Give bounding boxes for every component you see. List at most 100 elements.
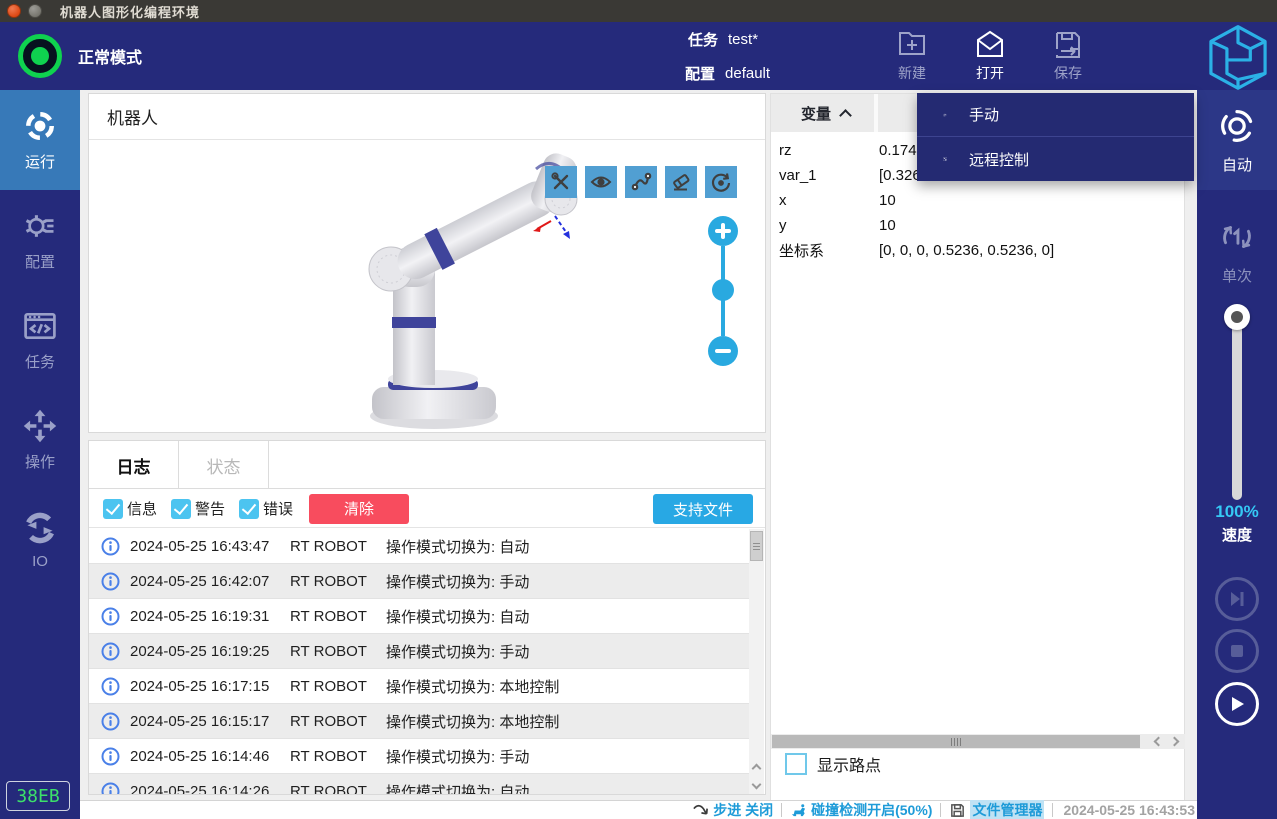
- log-source: RT ROBOT: [290, 748, 382, 765]
- variable-value: 10: [879, 217, 896, 234]
- show-waypoints-row: 显示路点: [785, 752, 881, 776]
- minimize-icon[interactable]: [28, 4, 42, 18]
- variable-row[interactable]: y10: [771, 213, 1184, 238]
- variables-title: 变量: [801, 103, 831, 124]
- variable-value: [0, 0, 0, 0.5236, 0.5236, 0]: [879, 242, 1054, 259]
- log-row[interactable]: 2024-05-25 16:19:25RT ROBOT操作模式切换为: 手动: [89, 634, 749, 669]
- view-tool-tools[interactable]: [545, 166, 577, 198]
- sidebar-item-操作[interactable]: 操作: [0, 390, 80, 490]
- eye-icon: [590, 171, 612, 193]
- log-message: 操作模式切换为: 手动: [386, 641, 529, 662]
- step-status[interactable]: 步进 关闭: [692, 800, 773, 819]
- status-timestamp: 2024-05-25 16:43:53: [1063, 802, 1195, 818]
- header-action-label: 打开: [976, 63, 1004, 83]
- log-time: 2024-05-25 16:19:31: [130, 608, 290, 625]
- speed-slider-track[interactable]: [1232, 312, 1242, 500]
- view-tool-eye[interactable]: [585, 166, 617, 198]
- play-button[interactable]: [1215, 682, 1259, 726]
- scroll-right-icon[interactable]: [1167, 734, 1185, 749]
- log-time: 2024-05-25 16:17:15: [130, 678, 290, 695]
- variable-name: 坐标系: [779, 240, 879, 261]
- app-window: 机器人图形化编程环境 正常模式 任务 test* 配置 default 新建打开…: [0, 0, 1277, 819]
- tab-状态[interactable]: 状态: [179, 441, 269, 489]
- log-message: 操作模式切换为: 自动: [386, 781, 529, 796]
- sidebar-item-配置[interactable]: 配置: [0, 190, 80, 290]
- show-waypoints-checkbox[interactable]: [785, 753, 807, 775]
- view-tool-rotate[interactable]: [705, 166, 737, 198]
- menu-item-手动[interactable]: 手动: [917, 93, 1194, 137]
- scroll-down-icon[interactable]: [749, 776, 764, 795]
- collapse-caret-icon: [839, 109, 852, 122]
- stop-button[interactable]: [1215, 629, 1259, 673]
- view-tool-eraser[interactable]: [665, 166, 697, 198]
- tab-日志[interactable]: 日志: [89, 441, 179, 489]
- filter-label: 信息: [127, 498, 157, 519]
- single-cycle-icon: [1216, 216, 1258, 258]
- log-time: 2024-05-25 16:42:07: [130, 573, 290, 590]
- log-source: RT ROBOT: [290, 713, 382, 730]
- save-icon: [1053, 30, 1083, 60]
- log-source: RT ROBOT: [290, 538, 382, 555]
- log-source: RT ROBOT: [290, 608, 382, 625]
- variable-row[interactable]: x10: [771, 188, 1184, 213]
- file-manager-button[interactable]: 文件管理器: [949, 800, 1044, 819]
- header-actions: 新建打开 保存: [880, 24, 1114, 88]
- zoom-in-button[interactable]: [708, 216, 738, 246]
- info-icon: [101, 747, 120, 766]
- log-scrollbar[interactable]: [749, 529, 764, 757]
- task-field[interactable]: 任务 test*: [688, 29, 758, 50]
- variable-name: x: [779, 192, 879, 209]
- collision-status[interactable]: 碰撞检测开启(50%): [790, 800, 932, 819]
- log-message: 操作模式切换为: 本地控制: [386, 676, 559, 697]
- scroll-left-icon[interactable]: [1148, 734, 1166, 749]
- speed-slider-handle[interactable]: [1224, 304, 1250, 330]
- log-row[interactable]: 2024-05-25 16:43:47RT ROBOT操作模式切换为: 自动: [89, 529, 749, 564]
- log-message: 操作模式切换为: 本地控制: [386, 711, 559, 732]
- log-row[interactable]: 2024-05-25 16:42:07RT ROBOT操作模式切换为: 手动: [89, 564, 749, 599]
- single-cycle-button[interactable]: 单次: [1197, 206, 1277, 296]
- log-row[interactable]: 2024-05-25 16:14:46RT ROBOT操作模式切换为: 手动: [89, 739, 749, 774]
- log-row[interactable]: 2024-05-25 16:15:17RT ROBOT操作模式切换为: 本地控制: [89, 704, 749, 739]
- view-zoom-slider-handle[interactable]: [712, 279, 734, 301]
- log-row[interactable]: 2024-05-25 16:14:26RT ROBOT操作模式切换为: 自动: [89, 774, 749, 795]
- window-title: 机器人图形化编程环境: [60, 2, 200, 21]
- variables-hscrollbar[interactable]: [771, 734, 1184, 749]
- log-row[interactable]: 2024-05-25 16:19:31RT ROBOT操作模式切换为: 自动: [89, 599, 749, 634]
- filter-checkbox-错误[interactable]: [239, 499, 259, 519]
- filter-checkbox-信息[interactable]: [103, 499, 123, 519]
- scroll-up-icon[interactable]: [749, 757, 764, 776]
- config-label: 配置: [685, 63, 715, 84]
- log-source: RT ROBOT: [290, 573, 382, 590]
- eraser-icon: [670, 171, 692, 193]
- clear-log-button[interactable]: 清除: [309, 494, 409, 524]
- filter-checkbox-警告[interactable]: [171, 499, 191, 519]
- sidebar-item-运行[interactable]: 运行: [0, 90, 80, 190]
- header-action-保存[interactable]: 保存: [1036, 24, 1100, 88]
- sidebar-item-IO[interactable]: IO: [0, 490, 80, 590]
- log-row[interactable]: 2024-05-25 16:17:15RT ROBOT操作模式切换为: 本地控制: [89, 669, 749, 704]
- view-tool-path[interactable]: [625, 166, 657, 198]
- close-icon[interactable]: [7, 4, 21, 18]
- support-files-button[interactable]: 支持文件: [653, 494, 753, 524]
- collision-detect-icon: [790, 802, 807, 819]
- tcp-z-axis-arrow: [555, 216, 570, 239]
- single-cycle-label: 单次: [1222, 265, 1252, 286]
- variable-row[interactable]: 坐标系[0, 0, 0, 0.5236, 0.5236, 0]: [771, 238, 1184, 263]
- header-action-新建[interactable]: 新建: [880, 24, 944, 88]
- skip-button[interactable]: [1215, 577, 1259, 621]
- auto-mode-button[interactable]: 自动: [1197, 90, 1277, 190]
- zoom-out-button[interactable]: [708, 336, 738, 366]
- hand-icon: [917, 100, 947, 130]
- variables-hscrollbar-thumb[interactable]: [772, 735, 1140, 748]
- filter-label: 警告: [195, 498, 225, 519]
- left-sidebar: 运行配置任务操作IO 38EB: [0, 90, 80, 819]
- config-field[interactable]: 配置 default: [685, 63, 770, 84]
- sidebar-item-任务[interactable]: 任务: [0, 290, 80, 390]
- robot-view-panel: 机器人: [88, 93, 766, 433]
- info-icon: [101, 677, 120, 696]
- header-action-打开[interactable]: 打开: [958, 24, 1022, 88]
- menu-item-远程控制[interactable]: 远程控制: [917, 137, 1194, 181]
- tcp-x-axis-arrow: [533, 221, 551, 232]
- log-scrollbar-thumb[interactable]: [750, 531, 763, 561]
- jog-arrows-icon: [22, 408, 58, 444]
